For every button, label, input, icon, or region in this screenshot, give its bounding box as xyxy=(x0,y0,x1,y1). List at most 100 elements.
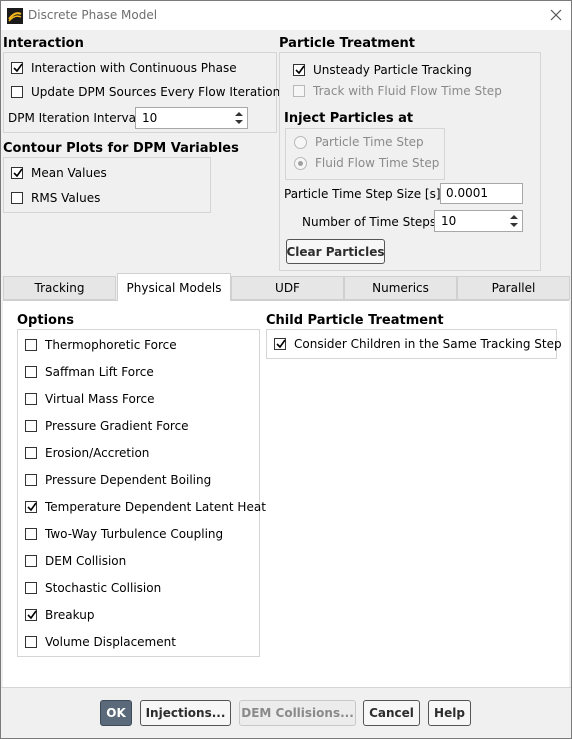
checkbox-box xyxy=(11,192,23,204)
pressure-dependent-boiling-checkbox[interactable]: Pressure Dependent Boiling xyxy=(25,473,211,487)
interaction-group: Interaction with Continuous Phase Update… xyxy=(3,52,280,133)
radio-dot xyxy=(298,160,303,166)
rms-values-checkbox[interactable]: RMS Values xyxy=(11,191,100,205)
radio-circle xyxy=(294,156,307,170)
update-dpm-sources-checkbox[interactable]: Update DPM Sources Every Flow Iteration xyxy=(11,85,280,99)
checkbox-label: Pressure Dependent Boiling xyxy=(45,473,212,487)
options-group: Thermophoretic Force Saffman Lift Force … xyxy=(17,329,266,657)
input-value: 0.0001 xyxy=(446,186,488,200)
child-particle-group: Consider Children in the Same Tracking S… xyxy=(266,329,562,359)
tab-udf[interactable]: UDF xyxy=(231,276,344,300)
checkbox-label: DEM Collision xyxy=(45,554,127,568)
two-way-turbulence-coupling-checkbox[interactable]: Two-Way Turbulence Coupling xyxy=(25,527,223,541)
checkbox-box xyxy=(293,64,305,76)
checkbox-box xyxy=(25,582,37,594)
tab-physical-models[interactable]: Physical Models xyxy=(117,273,231,301)
particle-time-step-size-input[interactable]: 0.0001 xyxy=(440,183,523,204)
radio-label: Particle Time Step xyxy=(315,135,424,149)
tab-parallel[interactable]: Parallel xyxy=(457,276,570,300)
unsteady-particle-tracking-checkbox[interactable]: Unsteady Particle Tracking xyxy=(293,63,472,77)
checkmark-icon xyxy=(13,168,23,178)
close-button[interactable] xyxy=(541,1,571,30)
clear-particles-button[interactable]: Clear Particles xyxy=(286,239,385,264)
fluid-flow-time-step-radio[interactable]: Fluid Flow Time Step xyxy=(294,156,439,170)
dem-collision-checkbox[interactable]: DEM Collision xyxy=(25,554,126,568)
checkbox-label: Pressure Gradient Force xyxy=(45,419,189,433)
number-of-time-steps-stepper[interactable]: 10 xyxy=(434,210,523,232)
checkbox-label: Erosion/Accretion xyxy=(45,446,150,460)
checkbox-label: Unsteady Particle Tracking xyxy=(313,63,472,77)
stepper-value: 10 xyxy=(441,214,457,228)
checkbox-label: Interaction with Continuous Phase xyxy=(31,61,237,75)
checkbox-box xyxy=(25,366,37,378)
checkbox-box xyxy=(25,474,37,486)
checkmark-icon xyxy=(295,65,305,75)
checkbox-label: RMS Values xyxy=(31,191,101,205)
stepper-value: 10 xyxy=(142,111,158,125)
checkbox-box xyxy=(25,420,37,432)
checkbox-box xyxy=(25,339,37,351)
particle-treatment-group: Unsteady Particle Tracking Track with Fl… xyxy=(279,52,541,271)
checkbox-box xyxy=(293,85,305,97)
stochastic-collision-checkbox[interactable]: Stochastic Collision xyxy=(25,581,161,595)
dpm-iteration-interval-stepper[interactable]: 10 xyxy=(135,107,248,129)
tab-numerics[interactable]: Numerics xyxy=(344,276,457,300)
dem-collisions-button[interactable]: DEM Collisions... xyxy=(239,700,356,726)
checkbox-box xyxy=(25,636,37,648)
tab-bar: Tracking Physical Models UDF Numerics Pa… xyxy=(3,273,571,301)
pressure-gradient-force-checkbox[interactable]: Pressure Gradient Force xyxy=(25,419,189,433)
checkmark-icon xyxy=(13,63,23,73)
window-title: Discrete Phase Model xyxy=(28,8,158,22)
checkbox-label: Virtual Mass Force xyxy=(45,392,155,406)
checkbox-label: Saffman Lift Force xyxy=(45,365,154,379)
checkbox-box xyxy=(11,86,23,98)
saffman-lift-force-checkbox[interactable]: Saffman Lift Force xyxy=(25,365,154,379)
track-fluid-flow-time-step-checkbox[interactable]: Track with Fluid Flow Time Step xyxy=(293,84,502,98)
cancel-button[interactable]: Cancel xyxy=(363,700,420,726)
number-of-time-steps-label: Number of Time Steps xyxy=(302,215,437,229)
checkbox-box xyxy=(25,393,37,405)
radio-label: Fluid Flow Time Step xyxy=(315,156,440,170)
checkbox-box xyxy=(11,167,23,179)
thermophoretic-force-checkbox[interactable]: Thermophoretic Force xyxy=(25,338,177,352)
checkbox-label: Consider Children in the Same Tracking S… xyxy=(294,337,562,351)
child-particle-title: Child Particle Treatment xyxy=(266,313,444,328)
interaction-title: Interaction xyxy=(3,36,84,51)
consider-children-checkbox[interactable]: Consider Children in the Same Tracking S… xyxy=(274,337,562,351)
interaction-continuous-phase-checkbox[interactable]: Interaction with Continuous Phase xyxy=(11,61,237,75)
particle-time-step-radio[interactable]: Particle Time Step xyxy=(294,135,424,149)
inject-particles-group: Particle Time Step Fluid Flow Time Step xyxy=(285,128,445,180)
spin-arrows-icon[interactable] xyxy=(509,213,519,229)
ok-button[interactable]: OK xyxy=(100,700,132,726)
checkmark-icon xyxy=(276,339,286,349)
virtual-mass-force-checkbox[interactable]: Virtual Mass Force xyxy=(25,392,155,406)
injections-button[interactable]: Injections... xyxy=(140,700,231,726)
spin-arrows-icon[interactable] xyxy=(234,110,244,126)
temperature-dependent-latent-heat-checkbox[interactable]: Temperature Dependent Latent Heat xyxy=(25,500,266,514)
checkbox-label: Track with Fluid Flow Time Step xyxy=(313,84,502,98)
checkbox-label: Thermophoretic Force xyxy=(45,338,177,352)
checkbox-label: Stochastic Collision xyxy=(45,581,162,595)
volume-displacement-checkbox[interactable]: Volume Displacement xyxy=(25,635,176,649)
checkbox-label: Volume Displacement xyxy=(45,635,176,649)
help-button[interactable]: Help xyxy=(428,700,471,726)
checkbox-label: Breakup xyxy=(45,608,95,622)
checkbox-label: Update DPM Sources Every Flow Iteration xyxy=(31,85,281,99)
checkbox-box xyxy=(25,447,37,459)
title-bar: Discrete Phase Model xyxy=(1,1,571,30)
contour-plots-title: Contour Plots for DPM Variables xyxy=(3,141,239,156)
breakup-checkbox[interactable]: Breakup xyxy=(25,608,94,622)
mean-values-checkbox[interactable]: Mean Values xyxy=(11,166,107,180)
options-title: Options xyxy=(17,313,74,328)
checkbox-label: Two-Way Turbulence Coupling xyxy=(45,527,224,541)
particle-time-step-size-label: Particle Time Step Size [s] xyxy=(284,187,441,201)
discrete-phase-model-dialog: Discrete Phase Model Interaction Interac… xyxy=(0,0,572,739)
checkbox-box xyxy=(25,528,37,540)
ansys-logo-icon xyxy=(7,8,23,24)
erosion-accretion-checkbox[interactable]: Erosion/Accretion xyxy=(25,446,149,460)
checkbox-label: Mean Values xyxy=(31,166,107,180)
checkbox-box xyxy=(25,555,37,567)
close-icon xyxy=(550,9,562,21)
tab-tracking[interactable]: Tracking xyxy=(3,276,116,300)
checkbox-box xyxy=(274,338,286,350)
